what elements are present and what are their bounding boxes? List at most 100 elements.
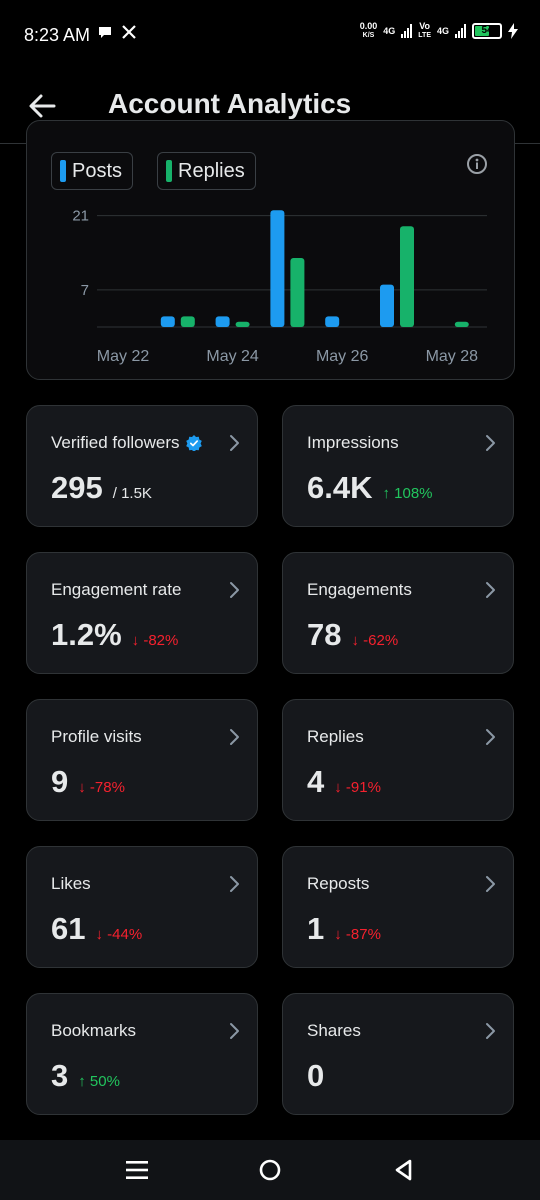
chevron-right-icon — [230, 435, 239, 451]
metric-card[interactable]: Profile visits 9 ↓ -78% — [26, 699, 258, 821]
bar-posts[interactable] — [160, 316, 175, 327]
chevron-right-icon — [486, 435, 495, 451]
x-tick-label: May 24 — [206, 348, 259, 365]
bar-replies[interactable] — [180, 316, 195, 327]
x-tick-label: May 26 — [316, 348, 369, 365]
metric-delta: ↓ -44% — [95, 926, 142, 943]
volte-top: Vo — [419, 21, 431, 31]
metric-label-text: Verified followers — [51, 433, 180, 452]
bar-posts[interactable] — [380, 284, 394, 327]
network-4g-2: 4G — [436, 25, 449, 36]
metric-card[interactable]: Engagement rate 1.2% ↓ -82% — [26, 552, 258, 674]
recent-apps-icon[interactable] — [122, 1156, 152, 1184]
bar-replies[interactable] — [454, 321, 469, 327]
metric-label-text: Profile visits — [51, 727, 142, 746]
metric-label-text: Engagements — [307, 580, 412, 599]
metric-label: Bookmarks — [51, 1021, 136, 1041]
metric-label: Engagements — [307, 580, 412, 600]
metric-delta: ↑ 50% — [78, 1073, 120, 1090]
metric-value: 0 — [307, 1058, 325, 1093]
arrow-up-icon: ↑ — [382, 485, 390, 502]
metric-label: Engagement rate — [51, 580, 181, 600]
chevron-right-icon — [486, 729, 495, 745]
bar-chart: 21 7 May 22 May 24 May 26 May 28 — [72, 208, 487, 365]
metric-card[interactable]: Likes 61 ↓ -44% — [26, 846, 258, 968]
metric-card[interactable]: Reposts 1 ↓ -87% — [282, 846, 514, 968]
bar-posts[interactable] — [325, 316, 340, 327]
metric-card[interactable]: Impressions 6.4K ↑ 108% — [282, 405, 514, 527]
battery-icon: 54 — [472, 23, 502, 39]
metric-delta-value: -44% — [107, 926, 143, 943]
bar-posts[interactable] — [270, 210, 285, 327]
metric-delta-value: -91% — [345, 779, 381, 796]
arrow-down-icon: ↓ — [78, 779, 86, 796]
metric-value: 61 — [51, 911, 86, 946]
metric-card[interactable]: Replies 4 ↓ -91% — [282, 699, 514, 821]
bar-posts[interactable] — [215, 316, 230, 327]
battery-level: 54 — [481, 25, 493, 36]
metric-value: 78 — [307, 617, 342, 652]
metric-card[interactable]: Bookmarks 3 ↑ 50% — [26, 993, 258, 1115]
metric-value: 3 — [51, 1058, 69, 1093]
y-tick-label: 21 — [72, 208, 89, 225]
page-title: Account Analytics — [108, 88, 352, 119]
metric-delta: ↓ -91% — [334, 779, 381, 796]
bar-replies[interactable] — [290, 258, 305, 327]
metric-label: Shares — [307, 1021, 361, 1041]
chevron-right-icon — [486, 1023, 495, 1039]
metric-delta-value: 50% — [89, 1073, 120, 1090]
status-time: 8:23 AM — [24, 25, 91, 45]
chevron-right-icon — [486, 876, 495, 892]
back-arrow-icon[interactable] — [24, 88, 60, 124]
metric-delta: ↓ -62% — [351, 632, 398, 649]
metric-delta: ↓ -82% — [132, 632, 179, 649]
metric-value: 6.4K — [307, 470, 373, 505]
metric-card[interactable]: Shares 0 — [282, 993, 514, 1115]
metric-delta-value: -82% — [143, 632, 179, 649]
arrow-down-icon: ↓ — [131, 632, 140, 649]
network-4g-1: 4G — [383, 25, 396, 36]
metric-delta-value: -78% — [89, 779, 125, 796]
metric-label: Likes — [51, 874, 91, 894]
metric-value: 1 — [307, 911, 325, 946]
metric-delta-value: -87% — [345, 926, 381, 943]
metric-card[interactable]: Verified followers 295 / 1.5K — [26, 405, 258, 527]
chevron-right-icon — [230, 876, 239, 892]
metric-label-text: Shares — [307, 1021, 361, 1040]
metric-card[interactable]: Engagements 78 ↓ -62% — [282, 552, 514, 674]
x-logo-icon — [122, 25, 136, 39]
metric-label: Profile visits — [51, 727, 142, 747]
metric-label-text: Engagement rate — [51, 580, 182, 599]
arrow-down-icon: ↓ — [95, 926, 103, 943]
chevron-right-icon — [486, 582, 495, 598]
arrow-down-icon: ↓ — [351, 632, 359, 649]
home-icon[interactable] — [255, 1156, 285, 1184]
metric-label-text: Bookmarks — [51, 1021, 137, 1040]
chevron-right-icon — [230, 1023, 239, 1039]
x-tick-label: May 28 — [426, 348, 479, 365]
metric-label: Reposts — [307, 874, 369, 894]
metric-delta: ↓ -78% — [78, 779, 125, 796]
status-bar: 8:23 AM 0.00 K/S 4G Vo LTE 4G 54 — [0, 0, 540, 70]
x-tick-label: May 22 — [97, 348, 150, 365]
back-icon[interactable] — [389, 1156, 419, 1184]
metric-value: 4 — [307, 764, 325, 799]
bar-replies[interactable] — [235, 321, 250, 327]
metric-delta-value: 108% — [394, 485, 433, 502]
activity-chart-card: Posts Replies 21 7 May 22 May 24 May 26 May 2… — [26, 120, 515, 380]
metric-label-text: Likes — [51, 874, 91, 893]
arrow-up-icon: ↑ — [78, 1073, 86, 1090]
chat-bubble-icon — [99, 27, 111, 38]
bar-replies[interactable] — [400, 226, 414, 327]
arrow-down-icon: ↓ — [334, 926, 342, 943]
metric-label-text: Impressions — [307, 433, 399, 452]
chevron-right-icon — [230, 582, 239, 598]
metric-delta: ↑ 108% — [382, 485, 432, 502]
metric-delta-value: -62% — [363, 632, 399, 649]
metric-label: Verified followers — [51, 433, 202, 453]
system-nav-bar — [0, 1140, 540, 1200]
signal-icon — [401, 24, 413, 38]
metric-delta: ↓ -87% — [334, 926, 381, 943]
metric-label-text: Reposts — [307, 874, 370, 893]
chevron-right-icon — [230, 729, 239, 745]
